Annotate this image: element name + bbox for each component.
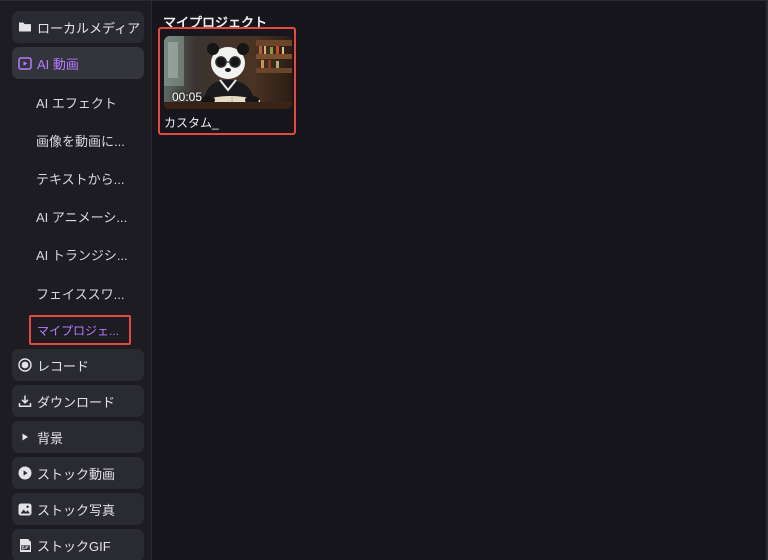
project-card[interactable]: 00:05 カスタム_ bbox=[158, 27, 296, 135]
ai-video-icon bbox=[18, 56, 32, 70]
gif-icon bbox=[18, 538, 32, 552]
sidebar-subitem-ai-animation[interactable]: AI アニメーシ... bbox=[36, 207, 127, 226]
sidebar-item-label: レコード bbox=[37, 358, 90, 374]
sidebar-item-background[interactable]: 背景 bbox=[12, 421, 144, 453]
sidebar-subitem-ai-transition[interactable]: AI トランジシ... bbox=[36, 245, 128, 264]
main-panel: マイプロジェクト 00:05 カスタム_ bbox=[153, 1, 766, 560]
sidebar-item-label: ストックGIF bbox=[37, 538, 111, 554]
sidebar-item-download[interactable]: ダウンロード bbox=[12, 385, 144, 417]
sidebar-item-label: ストック動画 bbox=[37, 466, 116, 482]
sidebar-item-label: AI 動画 bbox=[37, 56, 79, 72]
image-icon bbox=[18, 502, 32, 516]
sidebar: ローカルメディア AI 動画 AI エフェクト 画像を動画に... テキストから… bbox=[0, 1, 152, 560]
sidebar-item-ai-video[interactable]: AI 動画 bbox=[12, 47, 144, 79]
duration-label: 00:05 bbox=[172, 90, 203, 104]
play-circle-icon bbox=[18, 466, 32, 480]
sidebar-subitem-image-to-video[interactable]: 画像を動画に... bbox=[36, 131, 125, 150]
sidebar-item-label: ストック写真 bbox=[37, 502, 116, 518]
sidebar-item-label: 背景 bbox=[37, 430, 64, 446]
app-window: ローカルメディア AI 動画 AI エフェクト 画像を動画に... テキストから… bbox=[0, 0, 768, 560]
folder-icon bbox=[18, 20, 32, 34]
project-name: カスタム_ bbox=[164, 116, 219, 130]
sidebar-item-stock-photo[interactable]: ストック写真 bbox=[12, 493, 144, 525]
sidebar-item-label: ダウンロード bbox=[37, 394, 116, 410]
sidebar-subitem-my-projects[interactable]: マイプロジェ... bbox=[29, 315, 131, 345]
sidebar-subitem-label: マイプロジェ... bbox=[37, 323, 120, 338]
sidebar-subitem-ai-effect[interactable]: AI エフェクト bbox=[36, 93, 117, 112]
sidebar-item-local-media[interactable]: ローカルメディア bbox=[12, 11, 144, 43]
sidebar-item-stock-gif[interactable]: ストックGIF bbox=[12, 529, 144, 560]
sidebar-subitem-text-to-video[interactable]: テキストから... bbox=[36, 169, 124, 188]
project-thumbnail: 00:05 bbox=[164, 36, 292, 109]
sidebar-item-record[interactable]: レコード bbox=[12, 349, 144, 381]
sidebar-subitem-face-swap[interactable]: フェイススワ... bbox=[36, 284, 124, 303]
record-icon bbox=[18, 358, 32, 372]
sidebar-item-label: ローカルメディア bbox=[37, 20, 141, 36]
play-triangle-icon bbox=[18, 430, 32, 444]
sidebar-item-stock-video[interactable]: ストック動画 bbox=[12, 457, 144, 489]
download-icon bbox=[18, 394, 32, 408]
